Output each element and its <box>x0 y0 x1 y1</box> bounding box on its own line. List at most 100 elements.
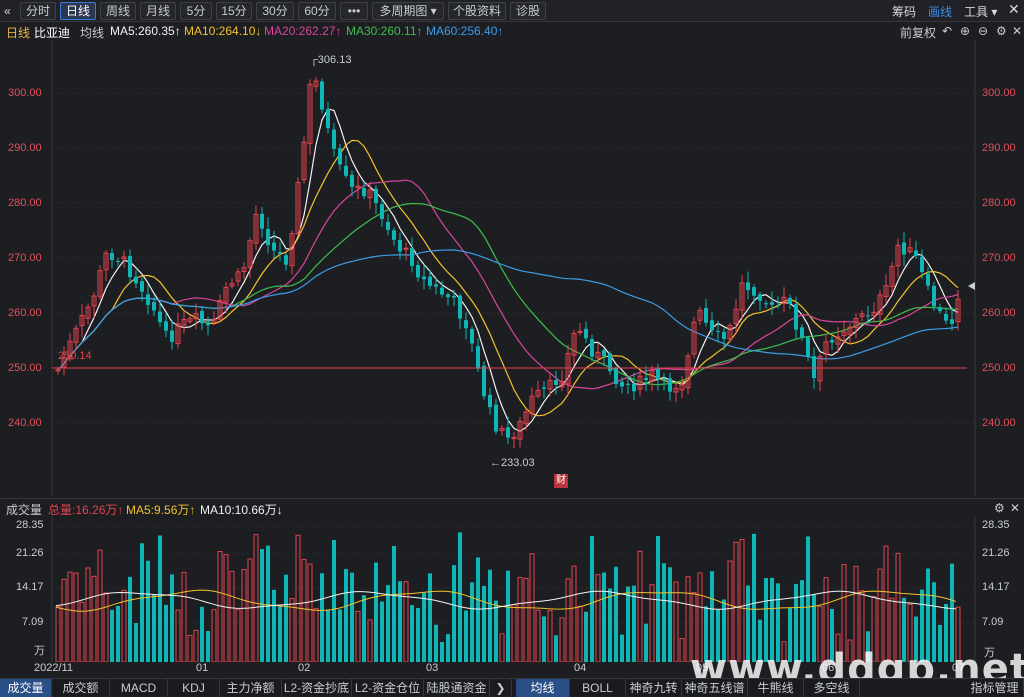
scroll-right-icon[interactable]: ❯ <box>490 679 512 697</box>
volume-bar <box>542 616 546 662</box>
tab-l2-bottom[interactable]: L2-资金抄底 <box>282 679 352 697</box>
kline-chart[interactable] <box>0 40 1024 496</box>
volume-bar <box>554 635 558 662</box>
collapse-icon[interactable]: « <box>4 4 11 18</box>
candle-body <box>938 307 942 312</box>
close-icon[interactable]: ✕ <box>1008 1 1020 18</box>
volume-tick: 14.17 <box>16 581 44 593</box>
volume-bar <box>247 558 253 662</box>
tab-macd[interactable]: MACD <box>110 679 168 697</box>
more-periods-button[interactable]: ••• <box>340 2 368 20</box>
volume-bar <box>434 624 438 662</box>
close-panel-icon[interactable]: ✕ <box>1012 24 1022 38</box>
tab-fenshi[interactable]: 分时 <box>20 2 56 20</box>
volume-bar <box>446 634 450 662</box>
candle-body <box>440 287 444 295</box>
tab-long-short[interactable]: 多空线 <box>804 679 860 697</box>
period-toolbar: « 分时 日线 周线 月线 5分 15分 30分 60分 ••• 多周期图 ▾ … <box>0 0 1024 22</box>
volume-chart[interactable] <box>0 516 1024 662</box>
candle-body <box>200 310 204 324</box>
volume-bar <box>458 532 462 662</box>
tab-60min[interactable]: 60分 <box>298 2 336 20</box>
tab-volume[interactable]: 成交量 <box>0 679 52 697</box>
candle-body <box>446 294 450 298</box>
volume-bar <box>547 610 553 662</box>
zoom-out-icon[interactable]: ⊖ <box>978 24 988 38</box>
volume-bar <box>284 574 288 662</box>
candle-body <box>110 252 114 261</box>
candle-body <box>932 285 936 307</box>
tab-monthly[interactable]: 月线 <box>140 2 176 20</box>
candle-body <box>584 328 588 339</box>
volume-bar <box>229 571 235 662</box>
adjust-mode[interactable]: 前复权 <box>900 24 936 41</box>
candle-body <box>434 284 438 287</box>
stock-profile-button[interactable]: 个股资料 <box>448 2 506 20</box>
volume-bar <box>103 592 109 662</box>
candle-body <box>800 327 804 338</box>
tab-main-net[interactable]: 主力净额 <box>220 679 282 697</box>
volume-bar <box>140 543 144 662</box>
settings-icon[interactable]: ⚙ <box>996 24 1007 38</box>
tab-five-lines[interactable]: 神奇五线谱 <box>682 679 748 697</box>
diagnose-button[interactable]: 诊股 <box>510 2 546 20</box>
tab-30min[interactable]: 30分 <box>256 2 294 20</box>
candle-body <box>776 305 780 307</box>
tab-5min[interactable]: 5分 <box>180 2 212 20</box>
volume-bar <box>67 571 73 662</box>
candle-body <box>806 337 810 357</box>
volume-bar <box>193 629 199 662</box>
candle-body <box>488 394 492 408</box>
tab-bull-bear[interactable]: 牛熊线 <box>748 679 804 697</box>
tab-northbound[interactable]: 陆股通资金 <box>424 679 490 697</box>
candle-body <box>632 383 636 392</box>
draw-line-button[interactable]: 画线 <box>928 3 952 20</box>
candle-body <box>914 250 918 257</box>
chips-button[interactable]: 筹码 <box>892 3 916 20</box>
tab-turnover[interactable]: 成交额 <box>52 679 110 697</box>
volume-bar <box>235 609 241 662</box>
volume-bar <box>739 538 745 662</box>
volume-bar <box>217 550 223 662</box>
volume-bar <box>362 595 366 662</box>
candle-body <box>494 404 498 432</box>
volume-bar <box>110 609 114 662</box>
volume-tick-right: 28.35 <box>982 519 1010 531</box>
price-tick-right: 300.00 <box>982 87 1016 99</box>
zoom-in-icon[interactable]: ⊕ <box>960 24 970 38</box>
tab-ma[interactable]: 均线 <box>516 679 570 697</box>
tab-15min[interactable]: 15分 <box>216 2 252 20</box>
tab-l2-position[interactable]: L2-资金仓位 <box>352 679 424 697</box>
tab-boll[interactable]: BOLL <box>570 679 626 697</box>
volume-bar <box>73 572 79 662</box>
candle-body <box>506 427 510 438</box>
candle-body <box>350 174 354 187</box>
undo-icon[interactable]: ↶ <box>942 24 952 38</box>
price-tick: 270.00 <box>8 252 42 264</box>
candle-body <box>470 328 474 344</box>
tab-weekly[interactable]: 周线 <box>100 2 136 20</box>
candle-body <box>926 273 930 286</box>
stock-name: 比亚迪 <box>34 26 71 40</box>
tab-nine-turn[interactable]: 神奇九转 <box>626 679 682 697</box>
tab-kdj[interactable]: KDJ <box>168 679 220 697</box>
volume-bar <box>175 609 181 662</box>
close-icon[interactable]: ✕ <box>1010 501 1020 515</box>
candle-body <box>662 378 666 381</box>
volume-bar <box>511 604 517 662</box>
volume-bar <box>386 585 390 662</box>
tab-daily[interactable]: 日线 <box>60 2 96 20</box>
volume-bar <box>440 641 444 662</box>
tools-dropdown[interactable]: 工具 ▾ <box>964 3 997 20</box>
candle-body <box>206 321 210 326</box>
indicator-manage-button[interactable]: 指标管理 <box>966 679 1024 697</box>
volume-bar <box>535 609 541 662</box>
ma-label[interactable]: 均线 <box>80 24 104 41</box>
candle-body <box>764 303 768 305</box>
volume-bar <box>637 550 643 662</box>
settings-icon[interactable]: ⚙ <box>994 501 1005 515</box>
multi-period-dropdown[interactable]: 多周期图 ▾ <box>372 2 444 20</box>
volume-bar <box>241 569 247 662</box>
candle-body <box>332 129 336 149</box>
earnings-badge[interactable]: 财 <box>554 474 568 488</box>
